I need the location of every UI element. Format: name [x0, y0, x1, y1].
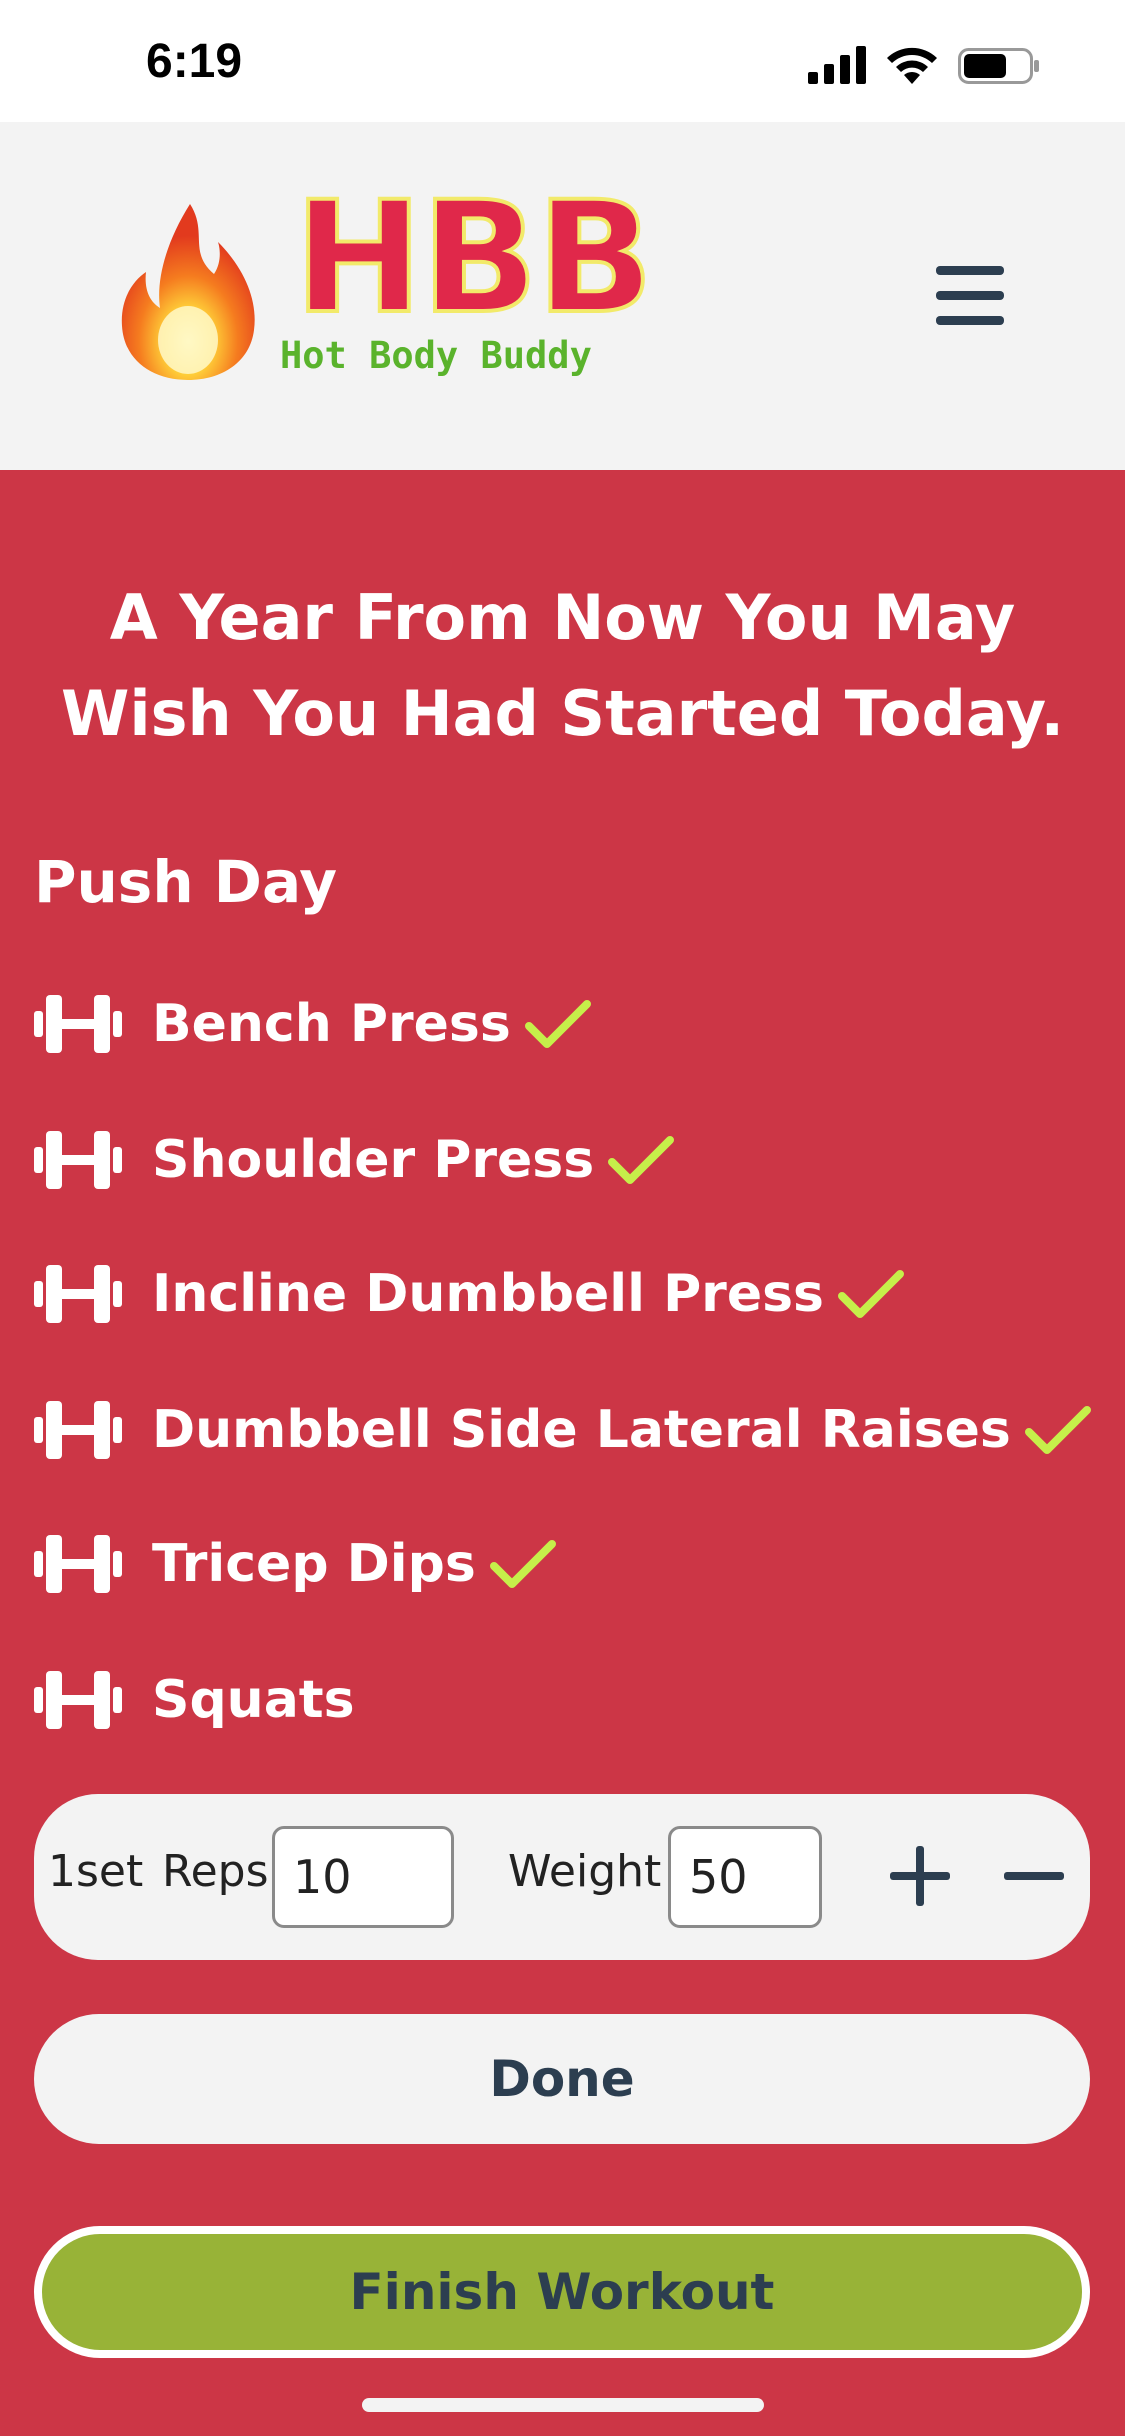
status-bar: 6:19 [0, 0, 1125, 122]
dumbbell-icon [34, 1401, 122, 1459]
flame-icon [121, 204, 255, 380]
wifi-icon [887, 47, 937, 84]
hamburger-menu-icon[interactable] [928, 260, 1008, 330]
reps-input[interactable] [272, 1826, 454, 1928]
weight-label: Weight [508, 1846, 662, 1897]
logo-title: HBB [292, 169, 656, 348]
dumbbell-icon [34, 995, 122, 1053]
remove-set-minus-icon[interactable] [1000, 1842, 1068, 1910]
exercise-item-incline-dumbbell-press[interactable]: Incline Dumbbell Press [34, 1254, 1034, 1334]
motivational-quote: A Year From Now You May Wish You Had Sta… [60, 581, 1065, 750]
home-indicator[interactable] [362, 2398, 764, 2412]
checkmark-icon [524, 1000, 591, 1048]
exercise-name: Bench Press [152, 994, 511, 1054]
checkmark-icon [489, 1540, 556, 1588]
set-label: 1set [48, 1846, 144, 1897]
exercise-item-squats[interactable]: Squats [34, 1660, 1034, 1740]
workout-title: Push Day [34, 848, 338, 916]
checkmark-icon [1024, 1406, 1091, 1454]
exercise-item-tricep-dips[interactable]: Tricep Dips [34, 1524, 1034, 1604]
app-header: HBB Hot Body Buddy [0, 122, 1125, 470]
cellular-signal-icon [808, 46, 866, 84]
finish-workout-button[interactable]: Finish Workout [34, 2226, 1090, 2358]
exercise-name: Squats [152, 1670, 355, 1730]
weight-input[interactable] [668, 1826, 822, 1928]
exercise-name: Dumbbell Side Lateral Raises [152, 1400, 1011, 1460]
exercise-item-shoulder-press[interactable]: Shoulder Press [34, 1120, 1034, 1200]
dumbbell-icon [34, 1131, 122, 1189]
add-set-plus-icon[interactable] [886, 1842, 954, 1910]
checkmark-icon [608, 1136, 675, 1184]
exercise-item-dumbbell-side-lateral-raises[interactable]: Dumbbell Side Lateral Raises [34, 1390, 1091, 1470]
done-button[interactable]: Done [34, 2014, 1090, 2144]
dumbbell-icon [34, 1535, 122, 1593]
exercise-item-bench-press[interactable]: Bench Press [34, 984, 1034, 1064]
dumbbell-icon [34, 1265, 122, 1323]
exercise-name: Shoulder Press [152, 1130, 595, 1190]
status-time: 6:19 [146, 35, 243, 88]
exercise-name: Incline Dumbbell Press [152, 1264, 824, 1324]
set-entry-row: 1set Reps Weight [34, 1794, 1090, 1960]
exercise-name: Tricep Dips [152, 1534, 476, 1594]
checkmark-icon [838, 1270, 904, 1318]
logo-subtitle: Hot Body Buddy [280, 334, 592, 377]
app-logo[interactable]: HBB Hot Body Buddy [118, 180, 656, 392]
dumbbell-icon [34, 1671, 122, 1729]
reps-label: Reps [162, 1846, 269, 1897]
battery-icon [958, 48, 1039, 84]
